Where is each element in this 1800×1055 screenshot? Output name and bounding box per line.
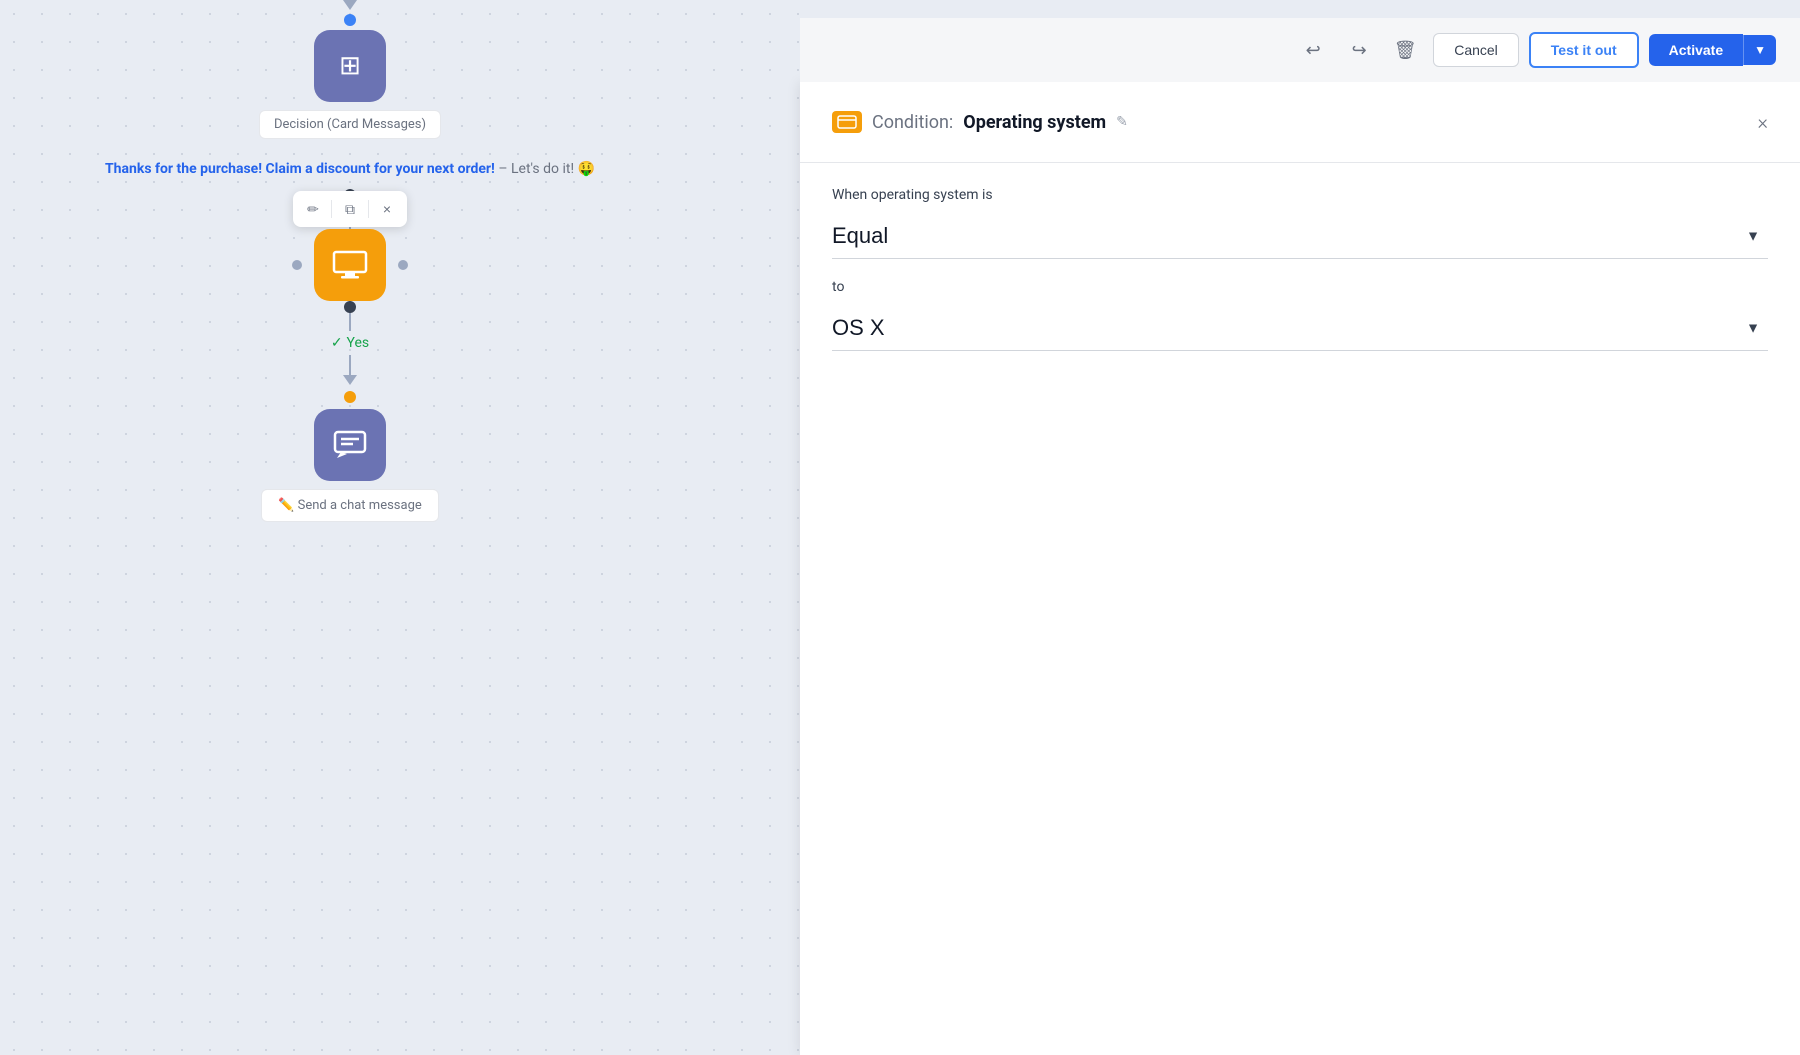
delete-button[interactable]: 🗑 — [1387, 32, 1423, 68]
decision-icon: ⊞ — [339, 51, 361, 81]
to-label: to — [832, 279, 1768, 295]
copy-node-button[interactable]: ⧉ — [336, 195, 364, 223]
test-button[interactable]: Test it out — [1529, 32, 1639, 68]
undo-button[interactable]: ↩ — [1295, 32, 1331, 68]
decision-label: Decision (Card Messages) — [259, 110, 441, 139]
chat-node: ✏️ Send a chat message — [50, 409, 650, 522]
edit-node-button[interactable]: ✏ — [299, 195, 327, 223]
check-icon: ✓ — [331, 335, 343, 351]
side-dot-left — [292, 260, 302, 270]
delete-node-button[interactable]: × — [373, 195, 401, 223]
decision-node: ⊞ Decision (Card Messages) — [50, 30, 650, 139]
chat-icon — [333, 430, 367, 460]
condition-prefix: Condition: — [872, 112, 953, 133]
trash-icon: 🗑 — [1394, 40, 1417, 61]
os-select[interactable]: OS X Windows Linux iOS Android — [832, 305, 1768, 351]
condition-node-container: ✏ ⧉ × — [314, 229, 386, 301]
message-bold-part: Thanks for the purchase! Claim a discoun… — [105, 161, 495, 177]
connector-2 — [50, 301, 650, 331]
chat-node-box[interactable] — [314, 409, 386, 481]
activate-arrow-icon: ▼ — [1754, 43, 1766, 57]
copy-icon: ⧉ — [345, 201, 355, 218]
yes-text: Yes — [347, 335, 370, 351]
condition-node-wrapper: ✏ ⧉ × — [50, 229, 650, 301]
action-sep-1 — [331, 200, 332, 218]
message-text: Thanks for the purchase! Claim a discoun… — [105, 161, 595, 177]
arrow-down-2 — [50, 355, 650, 385]
os-select-wrapper: OS X Windows Linux iOS Android ▼ — [832, 305, 1768, 351]
decision-node-box[interactable]: ⊞ — [314, 30, 386, 102]
redo-icon: ↪ — [1352, 40, 1367, 61]
equal-select-wrapper: Equal Not Equal Contains ▼ — [832, 213, 1768, 259]
yes-label-row: ✓ Yes — [50, 335, 650, 351]
close-node-icon: × — [383, 201, 391, 217]
panel-close-button[interactable]: × — [1758, 110, 1768, 134]
activate-button[interactable]: Activate — [1649, 34, 1743, 66]
toolbar: ↩ ↪ 🗑 Cancel Test it out Activate ▼ — [800, 18, 1800, 82]
monitor-icon — [332, 250, 368, 280]
activate-group: Activate ▼ — [1649, 34, 1776, 66]
panel-header: Condition: Operating system ✎ × — [832, 110, 1768, 134]
side-panel: Condition: Operating system ✎ × When ope… — [800, 82, 1800, 1055]
side-dot-right — [398, 260, 408, 270]
undo-icon: ↩ — [1306, 40, 1321, 61]
edit-icon: ✏ — [307, 201, 319, 218]
panel-title-area: Condition: Operating system ✎ — [832, 111, 1128, 133]
condition-icon-svg — [837, 115, 857, 129]
condition-panel-icon — [832, 111, 862, 133]
condition-value: Operating system — [963, 112, 1106, 133]
node-action-toolbar: ✏ ⧉ × — [293, 191, 407, 227]
chat-node-label: ✏️ Send a chat message — [261, 489, 439, 522]
when-label: When operating system is — [832, 187, 1768, 203]
condition-node-box[interactable] — [314, 229, 386, 301]
condition-icon-box — [832, 111, 862, 133]
top-connector — [50, 0, 650, 26]
flow-nodes: ⊞ Decision (Card Messages) Thanks for th… — [50, 0, 650, 522]
equal-select[interactable]: Equal Not Equal Contains — [832, 213, 1768, 259]
message-normal-part: Let's do it! 🤑 — [511, 161, 595, 177]
message-row: Thanks for the purchase! Claim a discoun… — [50, 139, 650, 189]
action-sep-2 — [368, 200, 369, 218]
cancel-button[interactable]: Cancel — [1433, 33, 1519, 67]
activate-dropdown-button[interactable]: ▼ — [1743, 35, 1776, 65]
panel-edit-button[interactable]: ✎ — [1116, 114, 1128, 130]
message-sep: – — [495, 161, 511, 177]
panel-form: When operating system is Equal Not Equal… — [832, 163, 1768, 351]
redo-button[interactable]: ↪ — [1341, 32, 1377, 68]
flow-canvas: ⊞ Decision (Card Messages) Thanks for th… — [0, 0, 800, 1055]
yellow-dot — [344, 391, 356, 403]
